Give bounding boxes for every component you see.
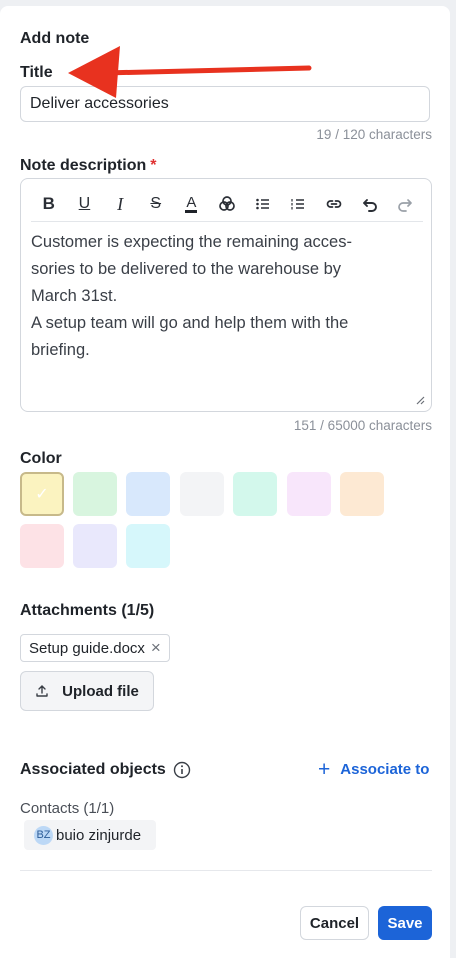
contact-avatar: BZ (34, 825, 53, 845)
color-swatch-pink[interactable] (287, 472, 331, 516)
editor-toolbar: B U I S A (31, 187, 423, 222)
footer-divider (20, 870, 432, 871)
upload-file-button[interactable]: Upload file (20, 671, 154, 711)
title-label: Title (20, 64, 53, 81)
attachment-file-name: Setup guide.docx (29, 639, 145, 657)
link-button[interactable] (316, 189, 352, 219)
text-color-icon: A (185, 194, 198, 213)
text-color-button[interactable]: A (174, 189, 210, 219)
plus-icon: + (318, 757, 331, 781)
required-asterisk: * (150, 157, 157, 174)
description-text[interactable]: Customer is expecting the remaining acce… (31, 229, 411, 364)
undo-button[interactable] (352, 189, 388, 219)
description-line: briefing. (31, 341, 90, 359)
attachments-label: Attachments (1/5) (20, 602, 155, 619)
description-char-counter: 151 / 65000 characters (293, 418, 432, 433)
associated-objects-header: Associated objects (20, 761, 191, 779)
numbered-list-button[interactable] (280, 189, 316, 219)
contacts-label: Contacts (1/1) (20, 800, 115, 817)
description-editor[interactable]: B U I S A Customer is expecting the rema… (20, 178, 432, 412)
bullet-list-icon (255, 198, 269, 210)
color-swatch-cyan[interactable] (126, 524, 170, 568)
color-swatch-rose[interactable] (20, 524, 64, 568)
save-button[interactable]: Save (378, 906, 432, 940)
description-line: March 31st. (31, 287, 118, 305)
remove-attachment-icon[interactable]: × (151, 638, 161, 658)
color-swatch-mint[interactable] (233, 472, 277, 516)
redo-icon (398, 199, 413, 212)
associate-to-button[interactable]: + Associate to (318, 757, 430, 781)
color-swatch-gray[interactable] (180, 472, 224, 516)
description-label-text: Note description (20, 157, 147, 174)
numbered-list-icon (291, 199, 305, 210)
redo-button[interactable] (387, 189, 423, 219)
description-line: Customer is expecting the remaining acce… (31, 233, 352, 251)
check-icon: ✓ (35, 486, 49, 503)
resize-handle-icon[interactable] (415, 395, 425, 405)
color-swatch-yellow[interactable]: ✓ (20, 472, 64, 516)
strikethrough-button[interactable]: S (138, 189, 174, 219)
color-swatch-orange[interactable] (340, 472, 384, 516)
contact-chip[interactable]: BZ buio zinjurde (24, 820, 156, 850)
associate-to-label: Associate to (340, 761, 430, 778)
upload-file-label: Upload file (62, 682, 139, 700)
cancel-button[interactable]: Cancel (300, 906, 369, 940)
attachment-chip: Setup guide.docx × (20, 634, 170, 662)
contact-name: buio zinjurde (56, 826, 142, 844)
color-circles-icon (219, 196, 235, 211)
link-icon (326, 200, 342, 208)
color-swatch-blue[interactable] (126, 472, 170, 516)
underline-button[interactable]: U (67, 189, 103, 219)
description-line: sories to be delivered to the warehouse … (31, 260, 342, 278)
info-icon[interactable] (173, 761, 191, 779)
undo-icon (362, 199, 377, 212)
italic-button[interactable]: I (102, 189, 138, 219)
color-swatch-green[interactable] (73, 472, 117, 516)
bullet-list-button[interactable] (245, 189, 281, 219)
description-label: Note description * (20, 157, 156, 175)
description-line: A setup team will go and help them with … (31, 314, 349, 332)
bold-button[interactable]: B (31, 189, 67, 219)
highlight-button[interactable] (209, 189, 245, 219)
annotation-arrow (68, 46, 312, 98)
upload-icon (36, 685, 48, 697)
title-char-counter: 19 / 120 characters (316, 127, 432, 142)
color-label: Color (20, 450, 62, 467)
associated-objects-label: Associated objects (20, 761, 166, 778)
color-swatch-lavender[interactable] (73, 524, 117, 568)
